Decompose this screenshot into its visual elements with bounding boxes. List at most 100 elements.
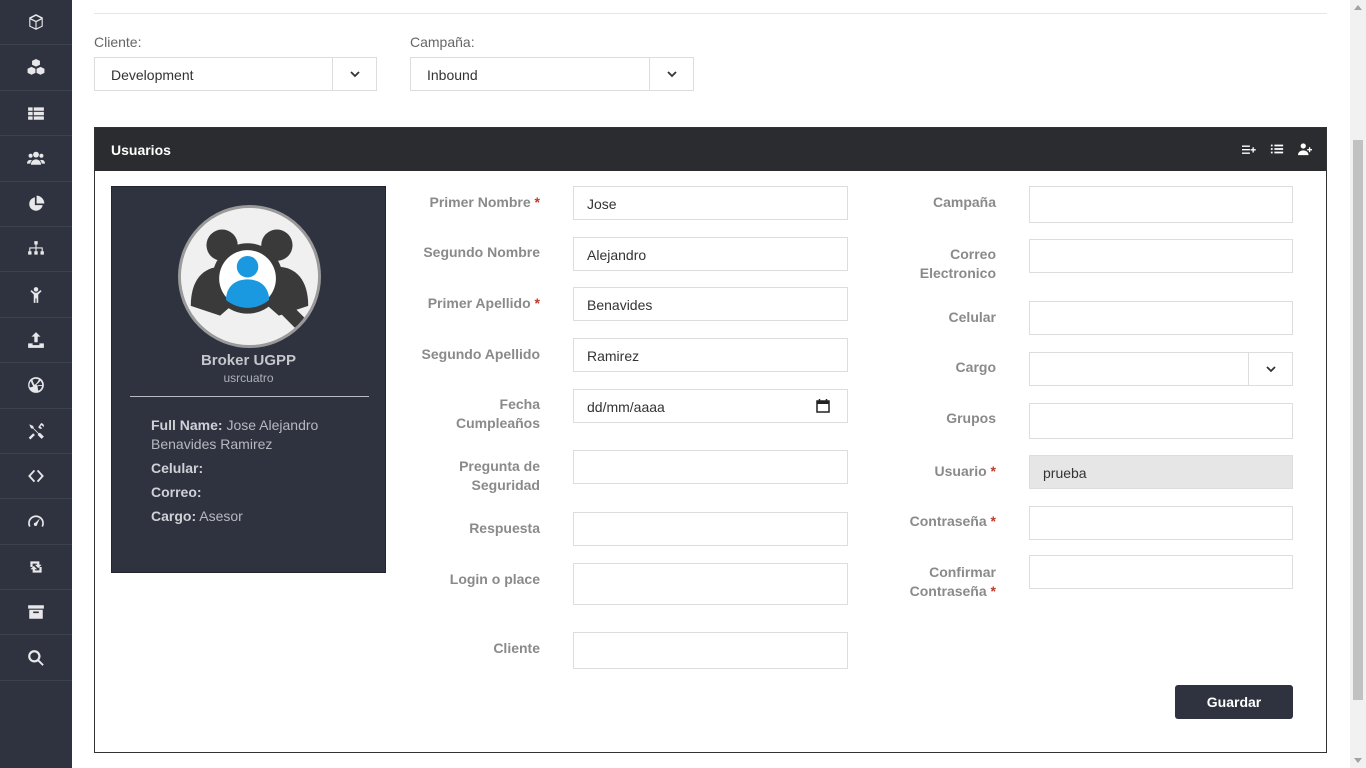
code-icon <box>28 469 44 483</box>
scrollbar-thumb[interactable] <box>1353 140 1363 700</box>
respuesta-label: Respuesta <box>469 520 540 536</box>
correo-label: Correo: <box>151 484 202 500</box>
cargo-select[interactable] <box>1029 352 1293 386</box>
chevron-down-icon[interactable] <box>332 58 376 90</box>
segundo-nombre-input[interactable]: Alejandro <box>573 237 848 271</box>
profile-info: Full Name: Jose Alejandro Benavides Rami… <box>151 416 351 531</box>
usuario-input[interactable]: prueba <box>1029 455 1293 489</box>
user-search-icon <box>181 208 318 345</box>
sidebar-item-retweet[interactable] <box>0 545 72 591</box>
sitemap-icon <box>28 241 44 255</box>
save-button[interactable]: Guardar <box>1175 685 1293 719</box>
add-list-icon[interactable] <box>1242 142 1256 156</box>
respuesta-input[interactable] <box>573 512 848 546</box>
date-placeholder: dd/mm/aaaa <box>587 399 665 415</box>
chevron-down-icon[interactable] <box>1248 353 1292 385</box>
panel-title: Usuarios <box>111 141 171 158</box>
segundo-apellido-label: Segundo Apellido <box>421 346 540 362</box>
sidebar-item-archive[interactable] <box>0 590 72 636</box>
cliente-label: Cliente <box>493 640 540 656</box>
cubes-icon <box>27 58 45 75</box>
archive-icon <box>28 605 44 620</box>
campana-input[interactable] <box>1029 186 1293 223</box>
tachometer-icon <box>28 515 44 528</box>
sidebar-item-chart[interactable] <box>0 182 72 227</box>
campana-filter-label: Campaña: <box>410 34 475 50</box>
campana-label: Campaña <box>932 194 996 210</box>
sidebar <box>0 0 72 768</box>
cliente-select-value: Development <box>111 67 194 83</box>
cargo-field-label: Cargo <box>955 359 996 375</box>
sidebar-item-code[interactable] <box>0 454 72 500</box>
celular-field-label: Celular <box>948 309 996 325</box>
cube-icon <box>29 14 43 31</box>
sidebar-item-users[interactable] <box>0 136 72 182</box>
confirmar-contrasena-input[interactable] <box>1029 555 1293 589</box>
usuarios-panel: Usuarios Broker UGPP usrcuatro Full Name… <box>94 127 1327 753</box>
search-icon <box>28 649 44 666</box>
login-place-input[interactable] <box>573 563 848 605</box>
pregunta-seguridad-label: Pregunta de Seguridad <box>459 458 540 493</box>
list-icon[interactable] <box>1270 142 1284 156</box>
cliente-select[interactable]: Development <box>94 57 377 91</box>
primer-apellido-input[interactable]: Benavides <box>573 287 848 321</box>
scroll-up-arrow[interactable] <box>1354 5 1362 10</box>
add-user-icon[interactable] <box>1298 142 1312 156</box>
contrasena-label: Contraseña * <box>909 513 996 529</box>
primer-apellido-label: Primer Apellido * <box>427 295 540 311</box>
divider <box>94 13 1327 14</box>
primer-nombre-input[interactable]: Jose <box>573 186 848 220</box>
grupos-input[interactable] <box>1029 403 1293 439</box>
fecha-cumpleanos-label: Fecha Cumpleaños <box>455 396 540 431</box>
sidebar-item-cube[interactable] <box>0 0 72 46</box>
sidebar-item-sitemap[interactable] <box>0 227 72 273</box>
confirmar-contrasena-label: Confirmar Contraseña * <box>909 564 996 599</box>
cliente-input[interactable] <box>573 632 848 669</box>
vertical-scrollbar[interactable] <box>1350 0 1366 768</box>
contrasena-input[interactable] <box>1029 506 1293 540</box>
avatar <box>178 205 321 348</box>
sidebar-item-dashboard[interactable] <box>0 499 72 545</box>
full-name-label: Full Name: <box>151 417 223 433</box>
cargo-label: Cargo: <box>151 508 197 524</box>
grupos-label: Grupos <box>946 410 996 426</box>
child-icon <box>30 286 42 303</box>
main-content: Cliente: Development Campaña: Inbound Us… <box>72 0 1350 768</box>
panel-header: Usuarios <box>95 128 1326 171</box>
sidebar-item-ball[interactable] <box>0 363 72 409</box>
sidebar-item-search[interactable] <box>0 635 72 681</box>
profile-username: usrcuatro <box>223 371 274 385</box>
profile-card: Broker UGPP usrcuatro Full Name: Jose Al… <box>111 186 386 573</box>
usuario-label: Usuario * <box>934 463 996 479</box>
sidebar-item-upload[interactable] <box>0 318 72 364</box>
th-list-icon <box>28 107 44 120</box>
celular-input[interactable] <box>1029 301 1293 335</box>
segundo-apellido-input[interactable]: Ramirez <box>573 338 848 372</box>
campana-select[interactable]: Inbound <box>410 57 694 91</box>
sidebar-item-tools[interactable] <box>0 409 72 454</box>
pregunta-seguridad-input[interactable] <box>573 450 848 484</box>
primer-nombre-label: Primer Nombre * <box>429 194 541 210</box>
pie-chart-icon <box>29 195 45 211</box>
campana-select-value: Inbound <box>427 67 478 83</box>
cliente-filter-label: Cliente: <box>94 34 142 50</box>
tools-icon <box>28 422 44 440</box>
fecha-cumpleanos-input[interactable]: dd/mm/aaaa <box>573 389 848 423</box>
chevron-down-icon[interactable] <box>649 58 693 90</box>
retweet-icon <box>30 561 42 573</box>
correo-electronico-input[interactable] <box>1029 239 1293 273</box>
segundo-nombre-label: Segundo Nombre <box>423 244 540 260</box>
correo-electronico-label: Correo Electronico <box>919 246 996 281</box>
profile-name: Broker UGPP <box>200 352 297 369</box>
calendar-icon[interactable] <box>816 399 830 413</box>
sidebar-item-list[interactable] <box>0 91 72 137</box>
sidebar-item-child[interactable] <box>0 272 72 318</box>
basketball-icon <box>28 377 44 394</box>
divider <box>130 396 369 397</box>
scroll-down-arrow[interactable] <box>1354 758 1362 763</box>
upload-icon <box>28 332 44 348</box>
users-icon <box>27 152 45 166</box>
sidebar-item-cubes[interactable] <box>0 45 72 91</box>
celular-label: Celular: <box>151 460 204 476</box>
login-place-label: Login o place <box>449 571 540 587</box>
